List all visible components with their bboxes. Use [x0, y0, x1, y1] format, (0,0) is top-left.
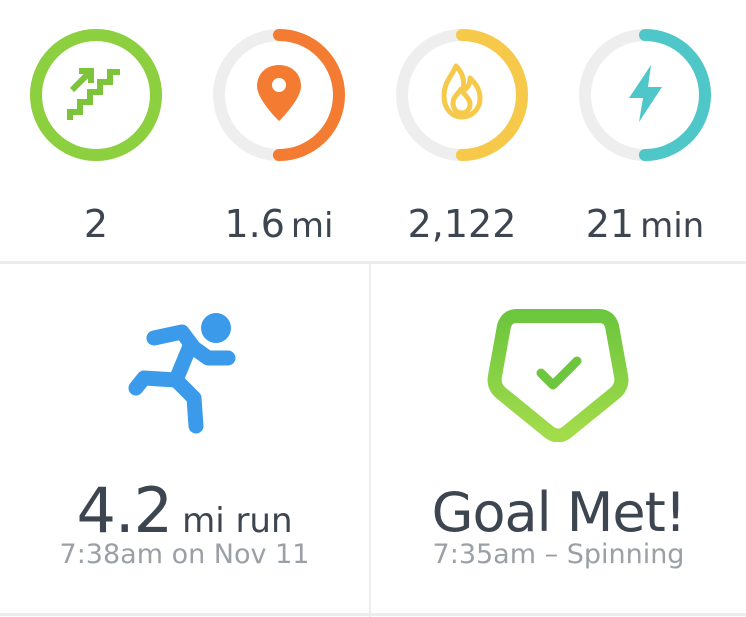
- active-minutes-progress-ring: [579, 29, 711, 161]
- stairs-icon: [67, 68, 120, 120]
- stats-row: 2 1.6 mi 2,122 21 min: [0, 0, 746, 262]
- goal-title: Goal Met!: [431, 481, 687, 544]
- exercise-distance: 4.2: [76, 474, 173, 547]
- active-minutes-number: 21: [585, 202, 635, 246]
- distance-value: 1.6 mi: [189, 202, 369, 248]
- exercise-headline: 4.2 mi run: [0, 474, 369, 547]
- stat-distance[interactable]: 1.6 mi: [189, 18, 369, 248]
- exercise-card[interactable]: 4.2 mi run 7:38am on Nov 11: [0, 264, 369, 613]
- floors-progress-ring: [30, 29, 162, 161]
- active-minutes-unit: min: [640, 206, 705, 246]
- flame-icon: [441, 63, 483, 120]
- stat-active-minutes[interactable]: 21 min: [555, 18, 735, 248]
- runner-icon: [128, 313, 236, 434]
- calories-progress-ring: [396, 29, 528, 161]
- floors-number: 2: [83, 202, 109, 246]
- active-minutes-value: 21 min: [555, 202, 735, 248]
- floors-value: 2: [6, 202, 186, 246]
- distance-number: 1.6: [224, 202, 285, 246]
- calories-number: 2,122: [407, 202, 517, 246]
- bottom-divider: [0, 613, 746, 616]
- goal-card[interactable]: Goal Met! 7:35am – Spinning: [371, 264, 746, 613]
- calories-value: 2,122: [372, 202, 552, 246]
- lightning-icon: [629, 65, 662, 122]
- goal-subtitle: 7:35am – Spinning: [432, 539, 685, 570]
- exercise-time: 7:38am on Nov 11: [59, 539, 310, 570]
- location-pin-icon: [257, 65, 301, 121]
- stat-floors[interactable]: 2: [6, 18, 186, 248]
- stat-calories[interactable]: 2,122: [372, 18, 552, 248]
- exercise-label: mi run: [182, 501, 293, 541]
- distance-progress-ring: [213, 29, 345, 161]
- goal-badge-icon: [487, 309, 629, 442]
- distance-unit: mi: [290, 206, 334, 246]
- checkmark-icon: [536, 356, 582, 390]
